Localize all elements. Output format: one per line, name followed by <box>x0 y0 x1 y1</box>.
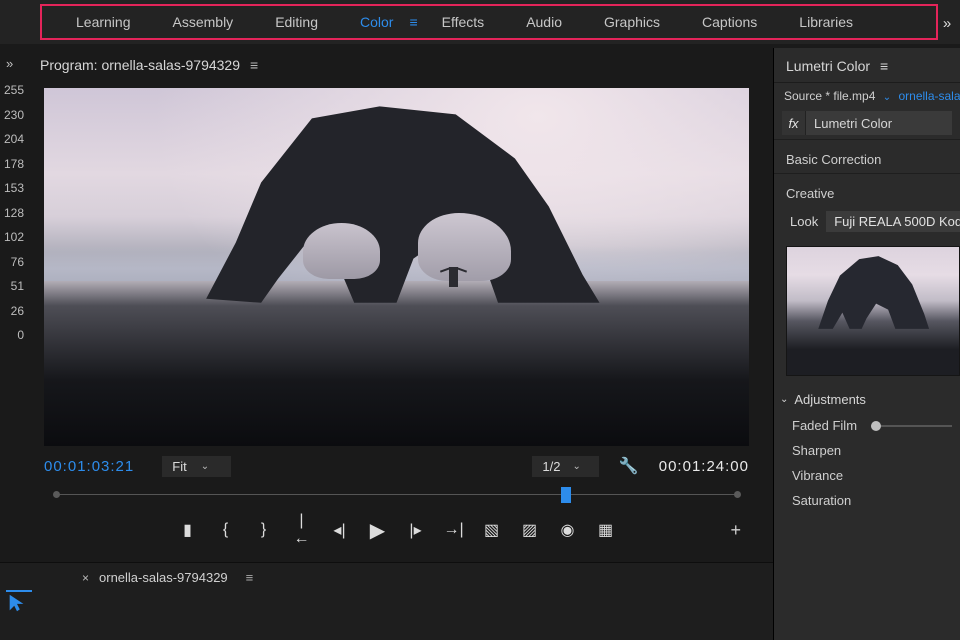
look-row: Look Fuji REALA 500D Kodak <box>774 207 960 238</box>
step-back-button[interactable]: ◂| <box>330 520 350 540</box>
section-basic-correction[interactable]: Basic Correction <box>774 139 960 173</box>
lumetri-color-panel: Lumetri Color ≡ Source * file.mp4 ⌄ orne… <box>773 48 960 640</box>
chevron-down-icon: ⌄ <box>780 394 788 405</box>
playhead-icon[interactable] <box>561 487 571 503</box>
lumetri-effect-row[interactable]: fx Lumetri Color <box>782 111 952 135</box>
ruler-tick: 128 <box>0 207 26 232</box>
go-to-in-button[interactable]: |← <box>292 512 312 548</box>
workspace-tab-color[interactable]: Color <box>342 6 411 38</box>
scope-ruler: 255 230 204 178 153 128 102 76 51 26 0 <box>0 84 26 354</box>
look-select[interactable]: Fuji REALA 500D Kodak <box>826 211 960 232</box>
program-info-row: 00:01:03:21 Fit ⌄ 1/2 ⌄ 🔧 00:01:24:00 <box>44 454 749 478</box>
workspace-tab-editing[interactable]: Editing <box>257 6 336 38</box>
workspace-overflow-button[interactable]: » <box>932 8 960 38</box>
adjustments-header[interactable]: ⌄ Adjustments <box>774 384 960 413</box>
preview-rock-reflection <box>185 296 608 439</box>
timecode-current[interactable]: 00:01:03:21 <box>44 458 134 475</box>
ruler-tick: 204 <box>0 133 26 158</box>
workspace-tab-assembly[interactable]: Assembly <box>155 6 252 38</box>
workspace-bar: Learning Assembly Editing Color ≡ Effect… <box>0 0 960 44</box>
panel-menu-icon[interactable]: ≡ <box>246 570 254 585</box>
add-marker-button[interactable]: ▮ <box>178 520 198 540</box>
ruler-tick: 255 <box>0 84 26 109</box>
preview-rock-formation <box>185 102 608 302</box>
look-label: Look <box>790 214 818 229</box>
slider-label: Faded Film <box>792 418 857 433</box>
program-scrub-track[interactable] <box>56 486 738 504</box>
lumetri-source-row[interactable]: Source * file.mp4 ⌄ ornella-salas <box>774 83 960 107</box>
adjustments-label: Adjustments <box>794 392 866 407</box>
slider-track[interactable] <box>871 425 952 427</box>
close-icon[interactable]: × <box>82 571 89 585</box>
track-endpoint-left <box>53 491 60 498</box>
program-clip-name: ornella-salas-9794329 <box>101 57 240 73</box>
play-button[interactable]: ▶ <box>368 518 388 543</box>
track-endpoint-right <box>734 491 741 498</box>
workspace-tab-libraries[interactable]: Libraries <box>781 6 871 38</box>
lumetri-title: Lumetri Color <box>786 58 870 74</box>
ruler-tick: 178 <box>0 158 26 183</box>
step-forward-button[interactable]: |▸ <box>406 520 426 540</box>
ruler-tick: 51 <box>0 280 26 305</box>
resolution-value: 1/2 <box>542 459 560 474</box>
workspace-highlight-box: Learning Assembly Editing Color ≡ Effect… <box>40 4 938 40</box>
sequence-tab-label: ornella-salas-9794329 <box>99 570 228 585</box>
lumetri-source-text: Source * file.mp4 <box>784 89 875 103</box>
chevron-down-icon: ⌄ <box>201 461 209 472</box>
slider-label: Vibrance <box>792 468 843 483</box>
workspace-menu-icon[interactable]: ≡ <box>409 14 417 30</box>
slider-label: Saturation <box>792 493 851 508</box>
chevron-down-icon: ⌄ <box>572 461 580 472</box>
lumetri-effect-name: Lumetri Color <box>806 116 892 131</box>
panel-menu-icon[interactable]: ≡ <box>880 58 888 74</box>
slider-faded-film[interactable]: Faded Film <box>774 413 960 438</box>
ruler-tick: 0 <box>0 329 26 354</box>
fx-badge-icon[interactable]: fx <box>782 111 806 135</box>
workspace-tab-learning[interactable]: Learning <box>58 6 149 38</box>
ruler-tick: 76 <box>0 256 26 281</box>
program-panel-menu-icon[interactable]: ≡ <box>250 57 258 73</box>
transport-controls: ▮ { } |← ◂| ▶ |▸ →| ▧ ▨ ◉ ▦ + <box>44 510 749 550</box>
ruler-tick: 230 <box>0 109 26 134</box>
go-to-out-button[interactable]: →| <box>444 521 464 539</box>
section-creative[interactable]: Creative <box>774 173 960 207</box>
workspace-tab-graphics[interactable]: Graphics <box>586 6 678 38</box>
selection-tool[interactable] <box>6 590 32 616</box>
workspace-tab-captions[interactable]: Captions <box>684 6 775 38</box>
timecode-duration: 00:01:24:00 <box>659 458 749 475</box>
preview-person <box>449 267 458 287</box>
extract-button[interactable]: ▨ <box>520 520 540 540</box>
panel-expand-button[interactable]: » <box>6 56 13 71</box>
button-editor-plus-icon[interactable]: + <box>730 520 741 541</box>
program-monitor-viewport[interactable] <box>44 88 749 446</box>
chevron-down-icon: ⌄ <box>883 92 891 103</box>
slider-knob-icon[interactable] <box>871 421 881 431</box>
export-frame-button[interactable]: ◉ <box>558 520 578 540</box>
settings-wrench-icon[interactable]: 🔧 <box>619 456 639 476</box>
lumetri-sequence-link[interactable]: ornella-salas <box>898 89 960 103</box>
program-label: Program: <box>40 57 98 73</box>
slider-vibrance[interactable]: Vibrance <box>774 463 960 488</box>
zoom-value: Fit <box>172 459 186 474</box>
workspace-tab-audio[interactable]: Audio <box>508 6 580 38</box>
workspace-tab-effects[interactable]: Effects <box>424 6 503 38</box>
lift-button[interactable]: ▧ <box>482 520 502 540</box>
ruler-tick: 26 <box>0 305 26 330</box>
mark-out-button[interactable]: } <box>254 521 274 539</box>
comparison-view-button[interactable]: ▦ <box>596 520 616 540</box>
slider-saturation[interactable]: Saturation <box>774 488 960 513</box>
zoom-select[interactable]: Fit ⌄ <box>162 456 231 477</box>
sequence-tab[interactable]: × ornella-salas-9794329 ≡ <box>82 570 253 585</box>
look-preview-thumbnail <box>786 246 960 376</box>
slider-label: Sharpen <box>792 443 841 458</box>
slider-sharpen[interactable]: Sharpen <box>774 438 960 463</box>
ruler-tick: 153 <box>0 182 26 207</box>
mark-in-button[interactable]: { <box>216 521 236 539</box>
program-monitor-header: Program: ornella-salas-9794329 ≡ <box>40 52 258 78</box>
lumetri-panel-header[interactable]: Lumetri Color ≡ <box>774 48 960 83</box>
ruler-tick: 102 <box>0 231 26 256</box>
playback-resolution-select[interactable]: 1/2 ⌄ <box>532 456 598 477</box>
track-line <box>56 494 738 495</box>
